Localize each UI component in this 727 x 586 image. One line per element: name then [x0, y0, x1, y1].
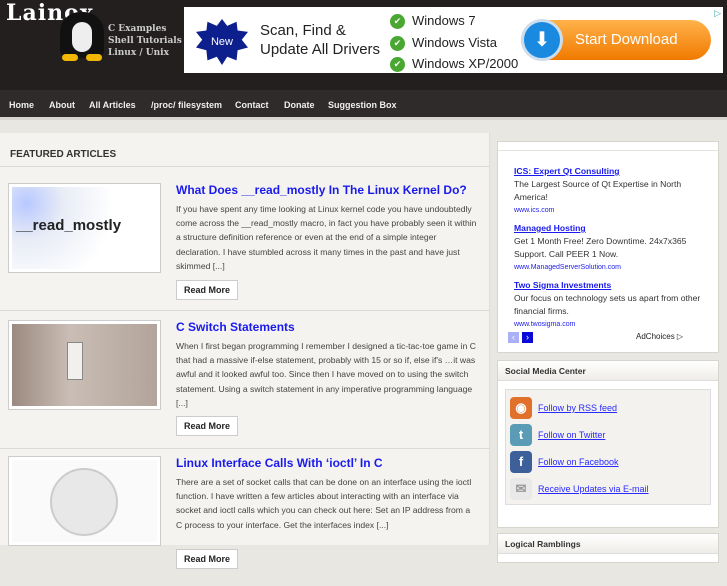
- adchoices-link[interactable]: AdChoices ▷: [636, 332, 683, 341]
- banner-os-list: ✔ Windows 7 ✔ Windows Vista ✔ Windows XP/20…: [390, 10, 518, 75]
- rss-icon: ◉: [510, 397, 532, 419]
- divider: [0, 166, 490, 167]
- article-title[interactable]: Linux Interface Calls With ‘ioctl’ In C: [176, 456, 383, 470]
- nav-home[interactable]: Home: [9, 100, 34, 110]
- article-thumbnail[interactable]: [8, 456, 161, 546]
- banner-headline: Scan, Find & Update All Drivers: [260, 22, 381, 58]
- twitter-icon: t: [510, 424, 532, 446]
- envelope-icon: ✉: [510, 478, 532, 500]
- article-item: C Switch Statements When I first began p…: [0, 320, 490, 450]
- start-download-button[interactable]: ⬇ Start Download: [521, 19, 711, 61]
- banner-ad[interactable]: New Scan, Find & Update All Drivers ✔ Win…: [184, 7, 723, 73]
- article-thumbnail[interactable]: [8, 320, 161, 410]
- site-header: Lainox C Examples Shell Tutorials Linux …: [0, 0, 727, 90]
- new-badge: New: [196, 19, 248, 65]
- read-more-button[interactable]: Read More: [176, 416, 238, 436]
- main-nav: Home About All Articles /proc/ filesyste…: [0, 90, 727, 120]
- article-item: Linux Interface Calls With ‘ioctl’ In C …: [0, 456, 490, 586]
- widget-title: Logical Ramblings: [498, 534, 718, 554]
- email-subscribe[interactable]: ✉ Receive Updates via E-mail: [510, 477, 649, 501]
- check-icon: ✔: [390, 14, 405, 30]
- divider: [0, 310, 490, 311]
- article-title[interactable]: C Switch Statements: [176, 320, 295, 334]
- article-item: __read_mostly What Does __read_mostly In…: [0, 183, 490, 313]
- facebook-icon: f: [510, 451, 532, 473]
- facebook-follow[interactable]: f Follow on Facebook: [510, 450, 619, 474]
- nav-donate[interactable]: Donate: [284, 100, 315, 110]
- widget-title: Social Media Center: [498, 361, 718, 381]
- social-media-widget: Social Media Center ◉ Follow by RSS feed …: [497, 360, 719, 528]
- nav-contact[interactable]: Contact: [235, 100, 269, 110]
- download-arrow-icon: ⬇: [521, 19, 563, 61]
- divider: [0, 448, 490, 449]
- penguin-logo-icon: [60, 12, 104, 61]
- prev-ad-icon[interactable]: ‹: [508, 332, 519, 343]
- text-ad[interactable]: Managed Hosting Get 1 Month Free! Zero Do…: [514, 222, 704, 274]
- nav-about[interactable]: About: [49, 100, 75, 110]
- check-icon: ✔: [390, 57, 405, 73]
- logical-ramblings-widget: Logical Ramblings: [497, 533, 719, 563]
- read-more-button[interactable]: Read More: [176, 280, 238, 300]
- sidebar-ads: ICS: Expert Qt Consulting The Largest Sou…: [497, 141, 719, 353]
- rss-follow[interactable]: ◉ Follow by RSS feed: [510, 396, 617, 420]
- section-heading: FEATURED ARTICLES: [10, 149, 117, 160]
- next-ad-icon[interactable]: ›: [522, 332, 533, 343]
- article-excerpt: If you have spent any time looking at Li…: [176, 204, 477, 271]
- check-icon: ✔: [390, 35, 405, 51]
- text-ad[interactable]: ICS: Expert Qt Consulting The Largest Sou…: [514, 165, 704, 217]
- text-ad[interactable]: Two Sigma Investments Our focus on techno…: [514, 279, 704, 331]
- article-thumbnail[interactable]: __read_mostly: [8, 183, 161, 273]
- featured-articles: FEATURED ARTICLES __read_mostly What Doe…: [0, 133, 490, 569]
- article-excerpt: When I first began programming I remembe…: [176, 341, 476, 408]
- read-more-button[interactable]: Read More: [176, 549, 238, 569]
- site-tagline: C Examples Shell Tutorials Linux / Unix: [108, 24, 182, 58]
- article-excerpt: There are a set of socket calls that can…: [176, 477, 472, 530]
- twitter-follow[interactable]: t Follow on Twitter: [510, 423, 605, 447]
- ad-info-icon[interactable]: ▷: [714, 8, 721, 19]
- nav-suggestion-box[interactable]: Suggestion Box: [328, 100, 397, 110]
- article-title[interactable]: What Does __read_mostly In The Linux Ker…: [176, 183, 467, 197]
- nav-proc-filesystem[interactable]: /proc/ filesystem: [151, 100, 222, 110]
- nav-all-articles[interactable]: All Articles: [89, 100, 136, 110]
